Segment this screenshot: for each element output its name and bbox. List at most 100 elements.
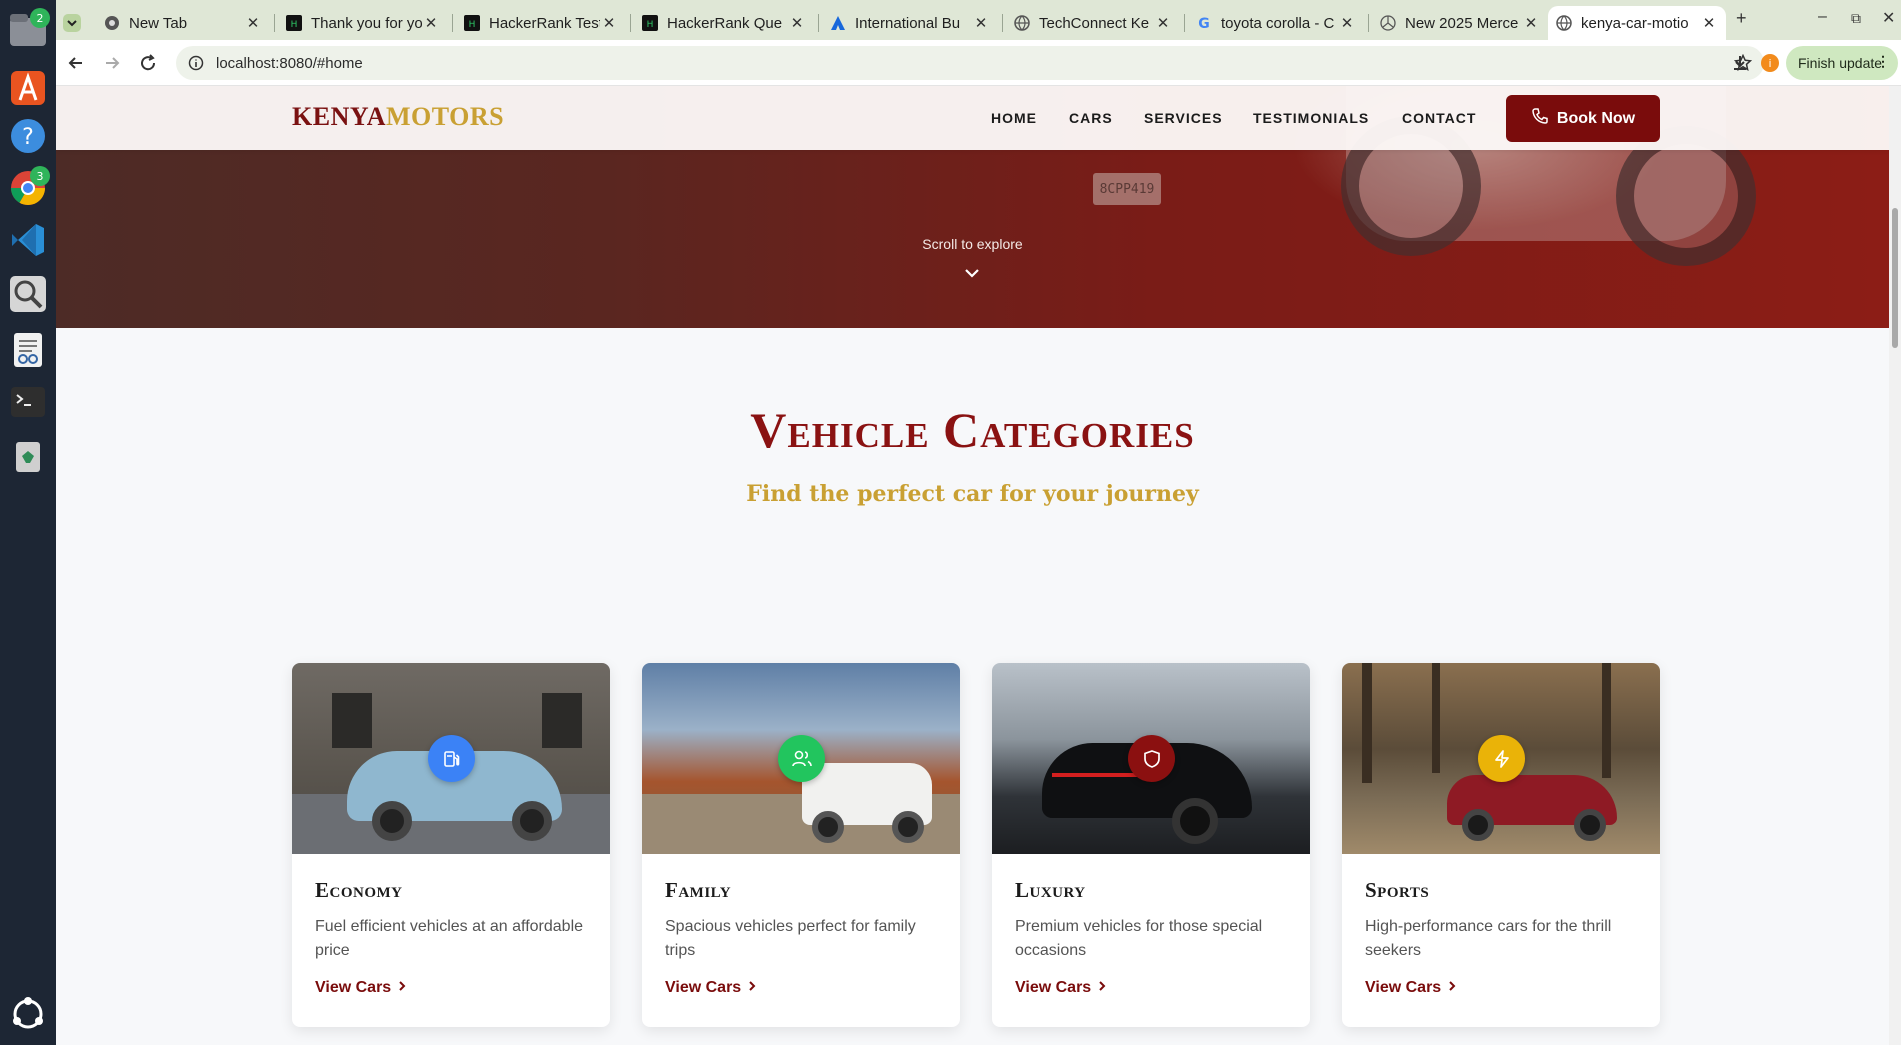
restore-icon[interactable]: ⧉ [1851, 10, 1861, 27]
card-title: Luxury [1015, 878, 1086, 902]
svg-text:H: H [291, 20, 298, 30]
minimize-icon[interactable]: – [1818, 8, 1827, 26]
car-wheel-shape [1462, 809, 1494, 841]
site-info-icon[interactable] [188, 55, 204, 71]
card-description: Fuel efficient vehicles at an affordable… [315, 918, 584, 959]
close-tab-icon[interactable]: ✕ [244, 14, 262, 32]
close-tab-icon[interactable]: ✕ [422, 14, 440, 32]
tab-new-2025-mercedes[interactable]: New 2025 Merce ✕ [1372, 6, 1548, 40]
files-app-icon[interactable]: 2 [4, 6, 52, 54]
close-tab-icon[interactable]: ✕ [600, 14, 618, 32]
tab-kenya-car-motion[interactable]: kenya-car-motio ✕ [1548, 6, 1726, 40]
show-apps-icon[interactable] [4, 990, 52, 1038]
close-tab-icon[interactable]: ✕ [788, 14, 806, 32]
reload-icon[interactable] [136, 51, 160, 75]
tab-hackerrank-test[interactable]: H HackerRank Test ✕ [456, 6, 626, 40]
tab-thank-you[interactable]: H Thank you for yo ✕ [278, 6, 448, 40]
page-scrollbar[interactable] [1889, 86, 1901, 1045]
card-title: Family [665, 878, 732, 902]
profile-avatar[interactable]: i [1758, 51, 1782, 75]
chevron-right-icon [1447, 979, 1457, 997]
mercedes-favicon-icon [1380, 15, 1396, 31]
terminal-icon[interactable] [4, 378, 52, 426]
book-now-button[interactable]: Book Now [1506, 95, 1660, 142]
view-cars-link[interactable]: View Cars [1365, 979, 1457, 997]
card-title: Economy [315, 878, 403, 902]
tab-toyota-corolla[interactable]: G toyota corolla - C ✕ [1188, 6, 1364, 40]
tree-shape [1602, 663, 1611, 778]
tab-hackerrank-questions[interactable]: H HackerRank Que ✕ [634, 6, 814, 40]
fuel-icon [428, 735, 475, 782]
view-cars-link[interactable]: View Cars [665, 979, 757, 997]
card-title: Sports [1365, 878, 1430, 902]
chrome-icon[interactable]: 3 [4, 164, 52, 212]
users-icon [778, 735, 825, 782]
trash-icon[interactable] [4, 432, 52, 480]
luxury-car-image [992, 663, 1310, 854]
view-cars-link[interactable]: View Cars [315, 979, 407, 997]
svg-text:G: G [1198, 16, 1210, 31]
nav-testimonials[interactable]: TESTIMONIALS [1253, 110, 1369, 126]
ubuntu-dock: 2 ? 3 [0, 0, 56, 1045]
help-icon[interactable]: ? [4, 112, 52, 160]
close-tab-icon[interactable]: ✕ [1700, 14, 1718, 32]
category-card-economy[interactable]: Economy Fuel efficient vehicles at an af… [292, 663, 610, 1027]
document-viewer-icon[interactable] [4, 326, 52, 374]
address-bar[interactable]: localhost:8080/#home [176, 46, 1764, 80]
atlassian-favicon-icon [830, 15, 846, 31]
category-card-sports[interactable]: Sports High-performance cars for the thr… [1342, 663, 1660, 1027]
nav-contact[interactable]: CONTACT [1402, 110, 1476, 126]
more-menu-icon[interactable]: ⋮ [1876, 53, 1890, 70]
globe-icon [1556, 15, 1572, 31]
section-title: Vehicle Categories [750, 402, 1195, 458]
scrollbar-thumb[interactable] [1892, 208, 1898, 348]
tab-international[interactable]: International Bu ✕ [822, 6, 998, 40]
scroll-hint[interactable]: Scroll to explore [56, 236, 1889, 252]
new-tab-icon[interactable]: + [1736, 8, 1747, 29]
nav-services[interactable]: SERVICES [1144, 110, 1223, 126]
close-window-icon[interactable]: ✕ [1882, 8, 1895, 28]
tab-techconnect[interactable]: TechConnect Ke ✕ [1006, 6, 1180, 40]
category-card-family[interactable]: Family Spacious vehicles perfect for fam… [642, 663, 960, 1027]
site-logo[interactable]: KENYAMOTORS [292, 102, 504, 132]
vscode-icon[interactable] [4, 216, 52, 264]
back-icon[interactable] [64, 51, 88, 75]
nav-cars[interactable]: CARS [1069, 110, 1113, 126]
car-wheel-shape [812, 811, 844, 843]
chevron-down-icon[interactable] [963, 266, 981, 284]
nav-home[interactable]: HOME [991, 110, 1037, 126]
close-tab-icon[interactable]: ✕ [1338, 14, 1356, 32]
view-cars-link[interactable]: View Cars [1015, 979, 1107, 997]
search-tool-icon[interactable] [4, 270, 52, 318]
chrome-favicon-icon [104, 15, 120, 31]
window-shape [332, 693, 372, 748]
browser-toolbar: localhost:8080/#home i Finish update ⋮ [56, 40, 1901, 86]
finish-update-button[interactable]: Finish update ⋮ [1786, 46, 1898, 80]
google-favicon-icon: G [1196, 15, 1212, 31]
close-tab-icon[interactable]: ✕ [1522, 14, 1540, 32]
site-header: KENYAMOTORS HOME CARS SERVICES TESTIMONI… [56, 86, 1889, 150]
section-subtitle: Find the perfect car for your journey [746, 481, 1199, 507]
close-tab-icon[interactable]: ✕ [1154, 14, 1172, 32]
svg-text:H: H [469, 20, 476, 30]
close-tab-icon[interactable]: ✕ [972, 14, 990, 32]
forward-icon[interactable] [100, 51, 124, 75]
shield-icon [1128, 735, 1175, 782]
card-description: High-performance cars for the thrill see… [1365, 918, 1612, 959]
chevron-right-icon [1097, 979, 1107, 997]
downloads-icon[interactable] [1728, 51, 1752, 75]
phone-icon [1531, 107, 1549, 130]
tree-shape [1362, 663, 1372, 783]
tab-new-tab[interactable]: New Tab ✕ [96, 6, 270, 40]
car-wheel-shape [372, 801, 412, 841]
bolt-icon [1478, 735, 1525, 782]
app-center-icon[interactable] [4, 64, 52, 112]
hackerrank-favicon-icon: H [642, 15, 658, 31]
family-car-image [642, 663, 960, 854]
card-description: Premium vehicles for those special occas… [1015, 918, 1263, 959]
chevron-right-icon [747, 979, 757, 997]
globe-icon [1014, 15, 1030, 31]
tab-search-button[interactable] [62, 6, 88, 40]
window-shape [542, 693, 582, 748]
category-card-luxury[interactable]: Luxury Premium vehicles for those specia… [992, 663, 1310, 1027]
